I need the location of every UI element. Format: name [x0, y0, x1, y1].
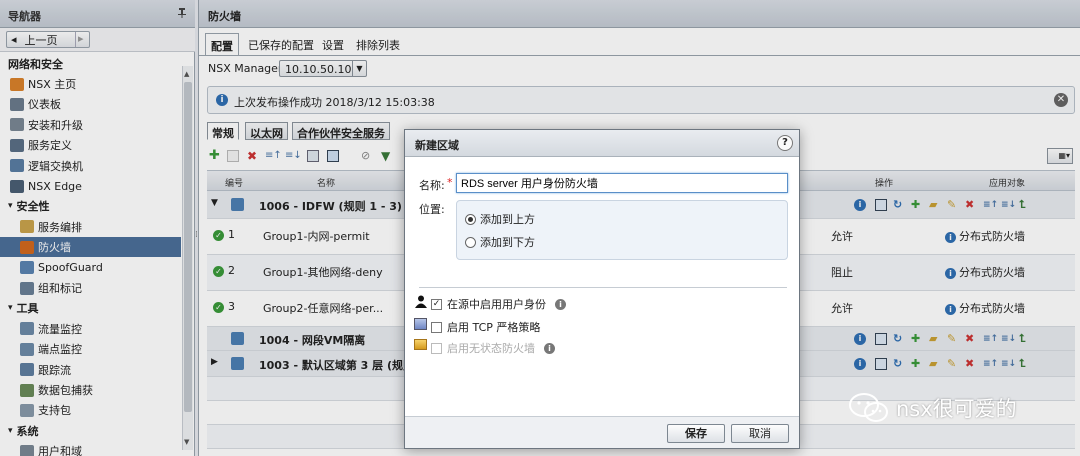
radio-add-above-label: 添加到上方: [480, 213, 535, 226]
name-label: 名称:: [419, 179, 445, 192]
identity-checkbox[interactable]: ✓: [431, 298, 442, 310]
dialog-title: 新建区域: [405, 130, 799, 157]
new-section-dialog: 新建区域 ? 名称: * 位置: 添加到上方 添加到下方 ✓ 在源中启用用户身份…: [404, 129, 800, 449]
watermark-text: nsx很可爱的: [896, 397, 1017, 421]
stateless-icon: [414, 339, 427, 350]
radio-unselected-icon[interactable]: [465, 236, 476, 248]
radio-add-below-label: 添加到下方: [480, 236, 535, 249]
watermark: nsx很可爱的: [848, 392, 1017, 424]
wechat-logo-icon: [848, 392, 890, 424]
dialog-footer: 保存 取消: [405, 416, 799, 448]
save-button[interactable]: 保存: [667, 424, 725, 443]
info-icon[interactable]: i: [544, 342, 555, 354]
tcp-checkbox[interactable]: [431, 321, 442, 333]
stateless-checkbox: [431, 342, 442, 354]
divider: [419, 287, 787, 288]
section-name-input[interactable]: [456, 173, 788, 193]
option-identity[interactable]: ✓ 在源中启用用户身份 i: [415, 295, 566, 312]
position-label: 位置:: [419, 203, 445, 216]
info-icon[interactable]: i: [555, 298, 566, 310]
stateless-label: 启用无状态防火墙: [447, 342, 535, 355]
tcp-label: 启用 TCP 严格策略: [447, 321, 541, 334]
identity-label: 在源中启用用户身份: [447, 298, 546, 311]
dialog-title-text: 新建区域: [415, 139, 459, 152]
cancel-button[interactable]: 取消: [731, 424, 789, 443]
option-stateless: 启用无状态防火墙 i: [414, 339, 555, 356]
position-options: 添加到上方 添加到下方: [456, 200, 788, 260]
radio-add-above[interactable]: 添加到上方: [465, 211, 535, 227]
tcp-icon: [414, 318, 427, 330]
option-tcp-strict[interactable]: 启用 TCP 严格策略: [414, 318, 541, 335]
radio-selected-icon[interactable]: [465, 213, 476, 225]
user-icon: [415, 295, 427, 308]
required-mark: *: [447, 176, 453, 189]
help-icon[interactable]: ?: [777, 135, 793, 151]
radio-add-below[interactable]: 添加到下方: [465, 234, 535, 250]
